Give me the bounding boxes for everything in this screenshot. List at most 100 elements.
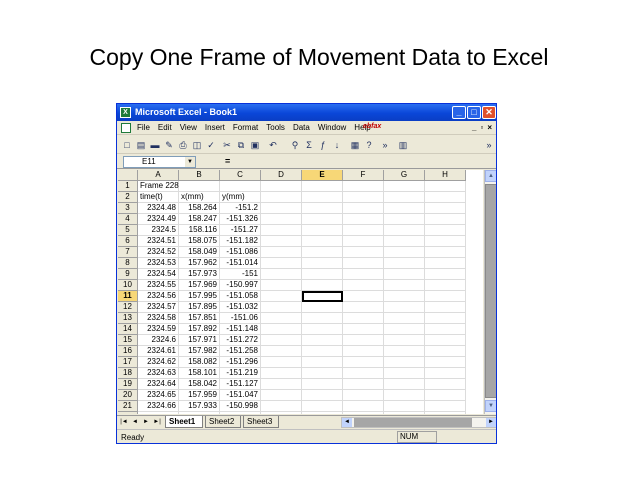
table-cell[interactable]	[343, 280, 384, 291]
vertical-scroll-thumb[interactable]	[485, 184, 496, 398]
sheet-tab-sheet3[interactable]: Sheet3	[243, 416, 279, 428]
table-cell[interactable]: y(mm)	[220, 192, 261, 203]
table-cell[interactable]	[343, 302, 384, 313]
table-cell[interactable]	[343, 214, 384, 225]
table-cell[interactable]: -151.27	[220, 225, 261, 236]
new-icon[interactable]: □	[121, 139, 133, 151]
copy-icon[interactable]: ⧉	[235, 139, 247, 151]
table-cell[interactable]	[425, 269, 466, 280]
workbook-icon[interactable]	[121, 123, 131, 133]
table-cell[interactable]	[261, 291, 302, 302]
table-cell[interactable]	[261, 258, 302, 269]
table-cell[interactable]	[425, 357, 466, 368]
hyperlink-icon[interactable]: ⚲	[289, 139, 301, 151]
table-cell[interactable]: 158.247	[179, 214, 220, 225]
table-cell[interactable]: -151.258	[220, 346, 261, 357]
column-header-g[interactable]: G	[384, 170, 425, 181]
help-icon[interactable]: ?	[363, 139, 375, 151]
table-cell[interactable]: -151.2	[220, 203, 261, 214]
table-cell[interactable]: 2324.53	[138, 258, 179, 269]
table-cell[interactable]: -151	[220, 269, 261, 280]
table-cell[interactable]: 2324.62	[138, 357, 179, 368]
row-header[interactable]: 16	[118, 346, 138, 357]
table-cell[interactable]	[261, 390, 302, 401]
table-cell[interactable]: 2324.63	[138, 368, 179, 379]
horizontal-scroll-thumb[interactable]	[354, 418, 472, 427]
menu-format[interactable]: Format	[233, 123, 258, 132]
table-cell[interactable]	[384, 379, 425, 390]
table-cell[interactable]: 158.049	[179, 247, 220, 258]
table-cell[interactable]	[261, 313, 302, 324]
table-cell[interactable]	[343, 247, 384, 258]
table-cell[interactable]	[302, 203, 343, 214]
table-cell[interactable]	[425, 302, 466, 313]
column-header-a[interactable]: A	[138, 170, 179, 181]
table-cell[interactable]	[302, 269, 343, 280]
table-cell[interactable]: 2324.58	[138, 313, 179, 324]
ask-question-box[interactable]: ebfax	[363, 123, 391, 133]
minimize-button[interactable]: _	[452, 106, 466, 119]
column-header-f[interactable]: F	[343, 170, 384, 181]
formula-equals-icon[interactable]: =	[225, 156, 230, 166]
close-button[interactable]: ✕	[482, 106, 496, 119]
row-header[interactable]: 13	[118, 313, 138, 324]
menu-window[interactable]: Window	[318, 123, 346, 132]
table-cell[interactable]	[261, 324, 302, 335]
table-cell[interactable]	[302, 357, 343, 368]
row-header[interactable]: 20	[118, 390, 138, 401]
table-cell[interactable]: 2324.59	[138, 324, 179, 335]
first-sheet-icon[interactable]: |◄	[119, 417, 129, 427]
table-cell[interactable]	[302, 214, 343, 225]
table-cell[interactable]: -151.127	[220, 379, 261, 390]
table-cell[interactable]	[425, 379, 466, 390]
table-cell[interactable]	[343, 401, 384, 412]
table-cell[interactable]	[343, 269, 384, 280]
table-cell[interactable]	[425, 247, 466, 258]
row-header[interactable]	[118, 412, 138, 414]
scroll-up-arrow-icon[interactable]: ▲	[485, 170, 496, 182]
row-header[interactable]: 3	[118, 203, 138, 214]
table-cell[interactable]	[261, 236, 302, 247]
table-cell[interactable]	[425, 368, 466, 379]
table-cell[interactable]	[302, 324, 343, 335]
table-cell[interactable]: 2324.48	[138, 203, 179, 214]
menu-tools[interactable]: Tools	[266, 123, 285, 132]
table-cell[interactable]: 2324.66	[138, 401, 179, 412]
table-cell[interactable]	[261, 247, 302, 258]
table-cell[interactable]	[384, 192, 425, 203]
table-cell[interactable]	[261, 379, 302, 390]
table-cell[interactable]: 2324.5	[138, 225, 179, 236]
table-cell[interactable]	[261, 214, 302, 225]
cut-icon[interactable]: ✂	[221, 139, 233, 151]
row-header[interactable]: 8	[118, 258, 138, 269]
table-cell[interactable]: 2324.52	[138, 247, 179, 258]
table-cell[interactable]: -151.06	[220, 313, 261, 324]
table-cell[interactable]	[261, 412, 302, 414]
table-cell[interactable]	[343, 379, 384, 390]
table-cell[interactable]	[343, 203, 384, 214]
table-cell[interactable]: -151.058	[220, 291, 261, 302]
row-header[interactable]: 17	[118, 357, 138, 368]
table-cell[interactable]: 157.982	[179, 346, 220, 357]
table-cell[interactable]	[302, 192, 343, 203]
table-cell[interactable]: -151.326	[220, 214, 261, 225]
table-cell[interactable]	[343, 357, 384, 368]
row-header[interactable]: 4	[118, 214, 138, 225]
table-cell[interactable]	[302, 280, 343, 291]
table-cell[interactable]	[261, 203, 302, 214]
table-cell[interactable]	[384, 346, 425, 357]
table-cell[interactable]	[384, 247, 425, 258]
table-cell[interactable]	[261, 335, 302, 346]
scroll-left-arrow-icon[interactable]: ◄	[342, 418, 352, 427]
paste-icon[interactable]: ▣	[249, 139, 261, 151]
sheet-tab-sheet1[interactable]: Sheet1	[165, 416, 203, 428]
table-cell[interactable]	[384, 181, 425, 192]
row-header[interactable]: 19	[118, 379, 138, 390]
table-cell[interactable]: 2324.55	[138, 280, 179, 291]
table-cell[interactable]: 157.959	[179, 390, 220, 401]
table-cell[interactable]: 2324.49	[138, 214, 179, 225]
row-header[interactable]: 12	[118, 302, 138, 313]
table-cell[interactable]	[384, 368, 425, 379]
row-header[interactable]: 9	[118, 269, 138, 280]
worksheet-grid[interactable]: A B C D E F G H 1 Frame 228 2 time(t) x(mm) y(mm) 3 232…	[118, 170, 483, 414]
